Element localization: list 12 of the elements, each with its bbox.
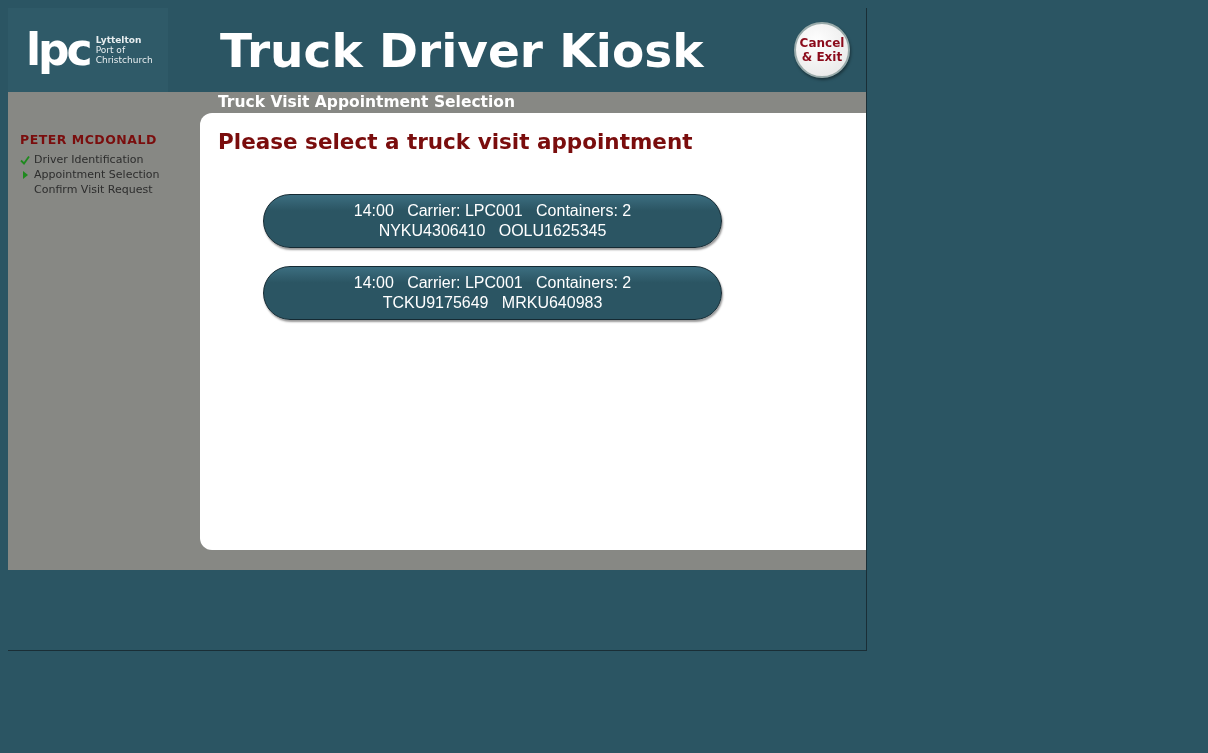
logo-mark: lpc — [26, 28, 90, 72]
app-title: Truck Driver Kiosk — [220, 26, 704, 74]
appointment-button[interactable]: 14:00 Carrier: LPC001 Containers: 2 NYKU4306410 OOLU1625345 — [263, 194, 722, 248]
step-label: Appointment Selection — [34, 168, 160, 181]
appointment-button[interactable]: 14:00 Carrier: LPC001 Containers: 2 TCKU9175649 MRKU640983 — [263, 266, 722, 320]
step-label: Confirm Visit Request — [34, 183, 153, 196]
logo-text: Lyttelton Port of Christchurch — [95, 35, 153, 65]
step-label: Driver Identification — [34, 153, 144, 166]
prompt-heading: Please select a truck visit appointment — [218, 129, 694, 154]
driver-name: PETER MCDONALD — [20, 132, 158, 147]
page-title: Truck Visit Appointment Selection — [217, 92, 516, 113]
cancel-exit-button[interactable]: Cancel & Exit — [794, 22, 850, 78]
